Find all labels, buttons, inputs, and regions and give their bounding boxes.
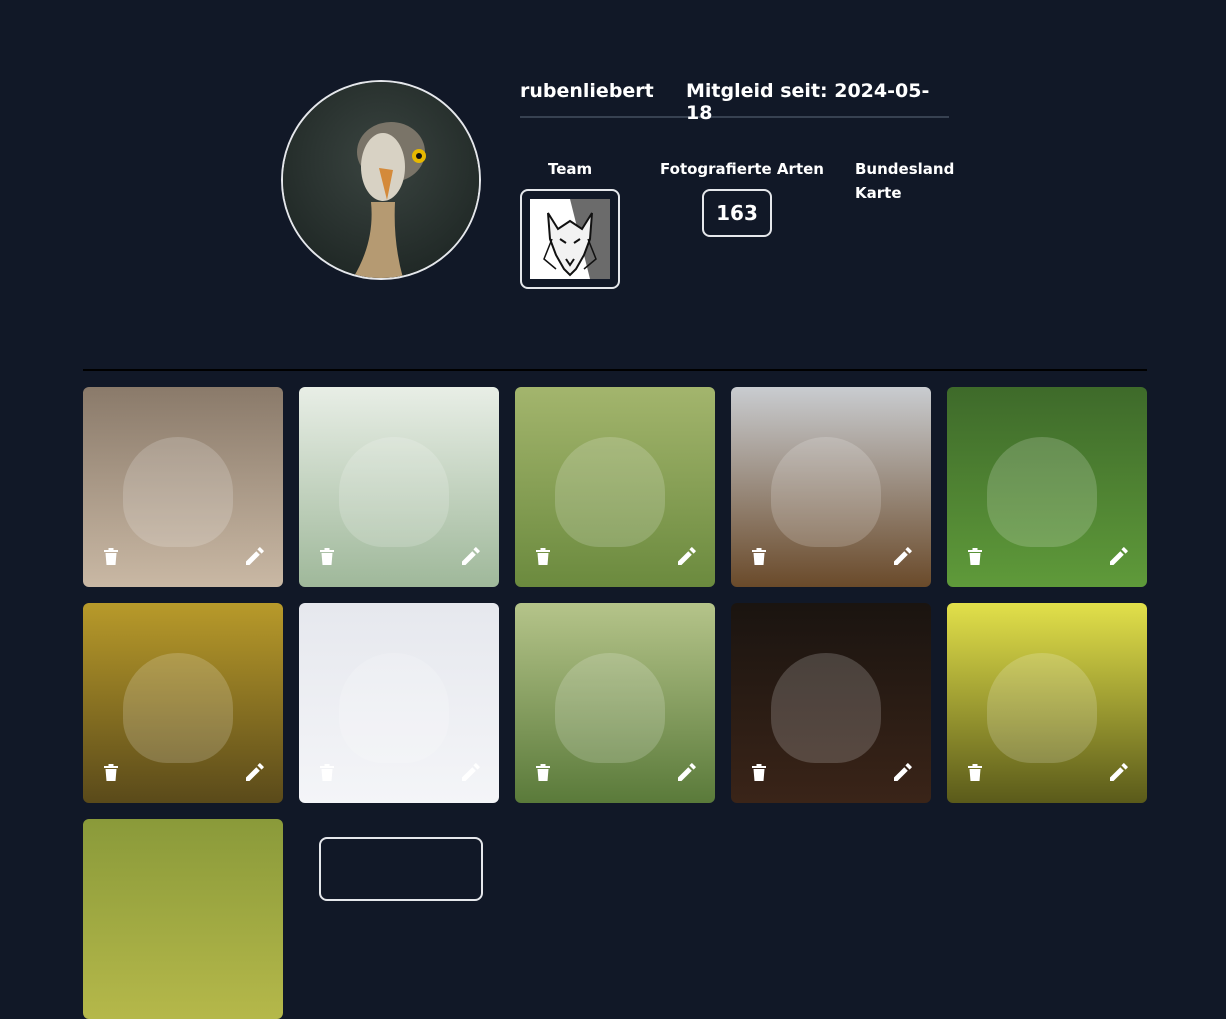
trash-icon bbox=[752, 547, 766, 569]
edit-photo-button[interactable] bbox=[673, 760, 701, 788]
gallery-photo-chaffinch[interactable] bbox=[83, 603, 283, 803]
pencil-icon bbox=[894, 763, 912, 785]
pencil-icon bbox=[1110, 547, 1128, 569]
pencil-icon bbox=[894, 547, 912, 569]
edit-photo-button[interactable] bbox=[1105, 544, 1133, 572]
species-count-button[interactable]: 163 bbox=[702, 189, 772, 237]
gallery-photo-gosling[interactable] bbox=[515, 387, 715, 587]
profile-avatar bbox=[281, 80, 481, 280]
pencil-icon bbox=[246, 547, 264, 569]
photo-subject bbox=[123, 437, 233, 547]
photo-subject bbox=[339, 653, 449, 763]
team-logo-button[interactable] bbox=[520, 189, 620, 289]
edit-photo-button[interactable] bbox=[241, 544, 269, 572]
delete-photo-button[interactable] bbox=[745, 760, 773, 788]
pencil-icon bbox=[462, 763, 480, 785]
wolf-team-logo-icon bbox=[530, 199, 610, 279]
gallery-photo-egyptian-goose[interactable] bbox=[83, 387, 283, 587]
photo-subject bbox=[339, 437, 449, 547]
trash-icon bbox=[968, 763, 982, 785]
delete-photo-button[interactable] bbox=[745, 544, 773, 572]
trash-icon bbox=[752, 763, 766, 785]
gallery-photo-pheasant[interactable] bbox=[731, 387, 931, 587]
pencil-icon bbox=[678, 547, 696, 569]
edit-photo-button[interactable] bbox=[457, 760, 485, 788]
pencil-icon bbox=[246, 763, 264, 785]
pencil-icon bbox=[1110, 763, 1128, 785]
gallery-photo-stonechat[interactable] bbox=[299, 387, 499, 587]
delete-photo-button[interactable] bbox=[529, 544, 557, 572]
edit-photo-button[interactable] bbox=[889, 544, 917, 572]
species-label: Fotografierte Arten bbox=[660, 160, 824, 178]
edit-photo-button[interactable] bbox=[1105, 760, 1133, 788]
trash-icon bbox=[320, 763, 334, 785]
pencil-icon bbox=[678, 763, 696, 785]
edit-photo-button[interactable] bbox=[673, 544, 701, 572]
delete-photo-button[interactable] bbox=[97, 544, 125, 572]
photo-subject bbox=[555, 653, 665, 763]
section-divider bbox=[83, 369, 1147, 371]
delete-photo-button[interactable] bbox=[97, 760, 125, 788]
gallery-photo-partial-tile[interactable] bbox=[83, 819, 283, 1019]
gallery-photo-insect-macro[interactable] bbox=[731, 603, 931, 803]
edit-photo-button[interactable] bbox=[241, 760, 269, 788]
photo-subject bbox=[987, 653, 1097, 763]
photo-subject bbox=[771, 437, 881, 547]
gallery-photo-wood-warbler[interactable] bbox=[947, 603, 1147, 803]
team-label: Team bbox=[548, 160, 593, 178]
delete-photo-button[interactable] bbox=[313, 760, 341, 788]
trash-icon bbox=[968, 547, 982, 569]
trash-icon bbox=[536, 763, 550, 785]
trash-icon bbox=[104, 763, 118, 785]
photo-subject bbox=[555, 437, 665, 547]
photo-subject bbox=[771, 653, 881, 763]
load-more-button[interactable] bbox=[319, 837, 483, 901]
trash-icon bbox=[104, 547, 118, 569]
photo-image bbox=[83, 819, 283, 1019]
edit-photo-button[interactable] bbox=[889, 760, 917, 788]
member-since: Mitgleid seit: 2024-05-18 bbox=[686, 80, 930, 124]
photo-subject bbox=[987, 437, 1097, 547]
gallery-photo-kingfisher[interactable] bbox=[299, 603, 499, 803]
username: rubenliebert bbox=[520, 80, 654, 102]
delete-photo-button[interactable] bbox=[961, 760, 989, 788]
delete-photo-button[interactable] bbox=[961, 544, 989, 572]
photo-subject bbox=[123, 653, 233, 763]
delete-photo-button[interactable] bbox=[529, 760, 557, 788]
profile-header: rubenliebert Mitgleid seit: 2024-05-18 bbox=[520, 80, 949, 124]
state-map-label[interactable]: Bundesland Karte bbox=[855, 157, 965, 205]
trash-icon bbox=[536, 547, 550, 569]
heron-avatar-image bbox=[283, 82, 479, 278]
delete-photo-button[interactable] bbox=[313, 544, 341, 572]
gallery-photo-grey-heron[interactable] bbox=[515, 603, 715, 803]
trash-icon bbox=[320, 547, 334, 569]
pencil-icon bbox=[462, 547, 480, 569]
gallery-photo-white-stork[interactable] bbox=[947, 387, 1147, 587]
edit-photo-button[interactable] bbox=[457, 544, 485, 572]
